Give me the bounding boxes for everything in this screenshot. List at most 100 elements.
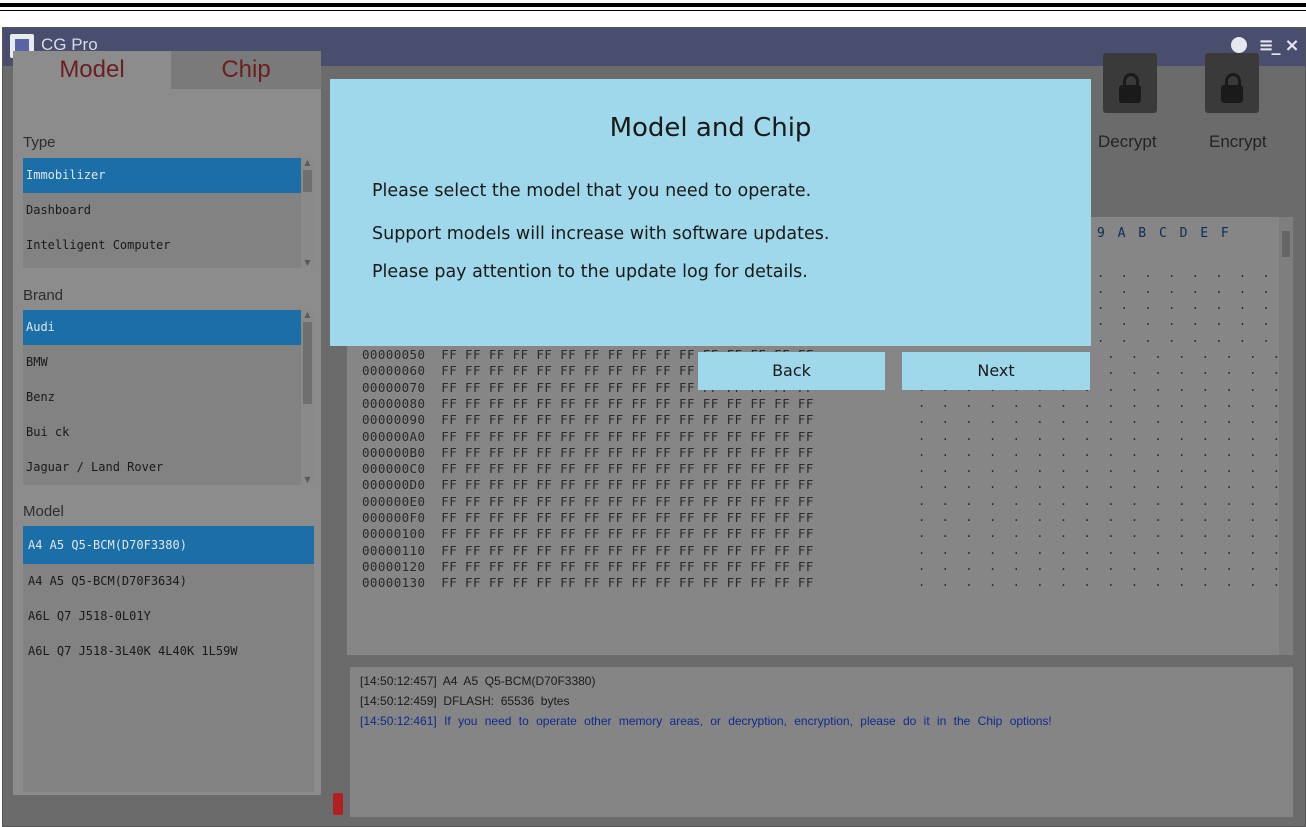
- tab-chip[interactable]: Chip: [171, 51, 321, 89]
- hex-ascii: . . . . . . . . . . . . . . . .: [918, 412, 1285, 427]
- hex-bytes: FF FF FF FF FF FF FF FF FF FF FF FF FF F…: [441, 510, 814, 525]
- back-button[interactable]: Back: [698, 352, 885, 390]
- encrypt-button[interactable]: Encrypt: [1209, 132, 1267, 152]
- hex-row: 00000110 FF FF FF FF FF FF FF FF FF FF F…: [362, 543, 814, 558]
- hex-address: 000000D0: [362, 477, 426, 493]
- list-item[interactable]: Immobilizer: [23, 158, 314, 193]
- hex-bytes: FF FF FF FF FF FF FF FF FF FF FF FF FF F…: [441, 444, 814, 460]
- hex-column-header: 9 A B C D E F: [1097, 226, 1232, 241]
- dialog-line: Please select the model that you need to…: [372, 181, 812, 201]
- thick-rule: [0, 3, 1306, 7]
- list-item[interactable]: Audi: [23, 310, 314, 345]
- hex-address: 000000F0: [362, 510, 426, 525]
- brand-list: Audi BMW Benz Bui ck Jaguar / Land Rover…: [23, 310, 314, 485]
- list-item[interactable]: Intelligent Computer: [23, 228, 314, 263]
- log-line: [14:50:12:459] DFLASH: 65536 bytes: [360, 694, 570, 708]
- usb-status-icon: [333, 793, 343, 815]
- log-scrollbar[interactable]: [1276, 668, 1292, 815]
- hex-row: 000000C0 FF FF FF FF FF FF FF FF FF FF F…: [362, 461, 814, 476]
- list-item[interactable]: Jaguar / Land Rover: [23, 450, 314, 485]
- scroll-thumb[interactable]: [1282, 231, 1290, 257]
- hex-bytes: FF FF FF FF FF FF FF FF FF FF FF FF FF F…: [441, 575, 814, 591]
- hex-ascii: . . . . . . . . . . . . . . . .: [918, 510, 1285, 524]
- encrypt-lock-icon[interactable]: [1205, 53, 1259, 113]
- type-label: Type: [23, 134, 56, 151]
- hex-ascii: . . . . . . . . . . . . . . . .: [918, 461, 1285, 476]
- hex-ascii: . . . . . . . . . . . . . . . .: [918, 526, 1285, 541]
- hex-address: 00000070: [362, 379, 426, 395]
- log-panel[interactable]: [350, 667, 1293, 817]
- hex-ascii: . . . . . . . . . . . . . . . .: [918, 542, 1285, 557]
- decrypt-lock-icon[interactable]: [1103, 53, 1157, 113]
- model-label: Model: [23, 503, 64, 520]
- hex-row: 00000130 FF FF FF FF FF FF FF FF FF FF F…: [362, 575, 814, 590]
- hex-address: 00000050: [362, 347, 426, 362]
- thin-rule: [0, 10, 1306, 11]
- hex-bytes: FF FF FF FF FF FF FF FF FF FF FF FF FF F…: [441, 428, 814, 444]
- close-icon[interactable]: ×: [1281, 35, 1303, 57]
- list-item[interactable]: A4 A5 Q5-BCM(D70F3380): [23, 526, 314, 564]
- tab-bar: Model Chip: [13, 51, 321, 89]
- hex-bytes: FF FF FF FF FF FF FF FF FF FF FF FF FF F…: [441, 477, 814, 493]
- hex-bytes: FF FF FF FF FF FF FF FF FF FF FF FF FF F…: [441, 526, 814, 542]
- type-list: Immobilizer Dashboard Intelligent Comput…: [23, 158, 314, 268]
- decrypt-button[interactable]: Decrypt: [1098, 132, 1157, 152]
- hex-address: 000000C0: [362, 461, 426, 477]
- hex-address: 000000A0: [362, 428, 426, 444]
- scroll-thumb[interactable]: [303, 170, 312, 192]
- type-scrollbar[interactable]: ▲ ▼: [301, 158, 314, 268]
- hex-address: 000000E0: [362, 493, 426, 509]
- hex-bytes: FF FF FF FF FF FF FF FF FF FF FF FF FF F…: [441, 558, 814, 574]
- hex-ascii: . . . . . . . . . . . . . . . .: [918, 477, 1285, 492]
- scroll-up-icon[interactable]: ▲: [301, 310, 314, 320]
- hex-address: 00000100: [362, 526, 426, 542]
- hex-row: 00000100 FF FF FF FF FF FF FF FF FF FF F…: [362, 526, 814, 541]
- model-chip-dialog: Model and Chip Please select the model t…: [330, 79, 1091, 346]
- hex-bytes: FF FF FF FF FF FF FF FF FF FF FF FF FF F…: [441, 542, 814, 558]
- scroll-up-icon[interactable]: ▲: [301, 158, 314, 168]
- list-item[interactable]: BMW: [23, 345, 314, 380]
- list-item[interactable]: Bui ck: [23, 415, 314, 450]
- hex-row: 000000D0 FF FF FF FF FF FF FF FF FF FF F…: [362, 477, 814, 492]
- hex-row: 00000080 FF FF FF FF FF FF FF FF FF FF F…: [362, 396, 814, 411]
- hex-ascii: . . . . . . . . . . . . . . . .: [918, 575, 1285, 590]
- hex-bytes: FF FF FF FF FF FF FF FF FF FF FF FF FF F…: [441, 493, 814, 509]
- hex-row: 000000E0 FF FF FF FF FF FF FF FF FF FF F…: [362, 494, 814, 509]
- scroll-down-icon[interactable]: ▼: [301, 475, 314, 485]
- hex-address: 000000B0: [362, 444, 426, 460]
- hex-ascii: . . . . . . . . . . . . . . . .: [1097, 298, 1267, 313]
- hex-address: 00000120: [362, 558, 426, 574]
- hex-bytes: FF FF FF FF FF FF FF FF FF FF FF FF FF F…: [441, 412, 814, 428]
- hex-ascii: . . . . . . . . . . . . . . . .: [1097, 314, 1267, 329]
- scroll-thumb[interactable]: [303, 322, 312, 404]
- brand-scrollbar[interactable]: ▲ ▼: [301, 310, 314, 485]
- dialog-title: Model and Chip: [609, 113, 812, 143]
- hex-bytes: FF FF FF FF FF FF FF FF FF FF FF FF FF F…: [441, 395, 814, 411]
- hex-ascii: . . . . . . . . . . . . . . . .: [918, 558, 1285, 573]
- hex-bytes: FF FF FF FF FF FF FF FF FF FF FF FF FF F…: [441, 461, 814, 477]
- list-item[interactable]: Dashboard: [23, 193, 314, 228]
- dialog-line: Support models will increase with softwa…: [372, 224, 830, 244]
- hex-ascii: . . . . . . . . . . . . . . . .: [918, 493, 1285, 508]
- hex-row: 000000B0 FF FF FF FF FF FF FF FF FF FF F…: [362, 445, 814, 460]
- hex-ascii: . . . . . . . . . . . . . . . .: [1097, 330, 1267, 345]
- hex-address: 00000080: [362, 395, 426, 411]
- hex-address: 00000090: [362, 412, 426, 428]
- hex-row: 00000120 FF FF FF FF FF FF FF FF FF FF F…: [362, 559, 814, 574]
- hex-ascii: . . . . . . . . . . . . . . . .: [1097, 265, 1267, 280]
- list-item[interactable]: A6L Q7 J518-0L01Y: [23, 599, 314, 634]
- document-header-rule: [0, 0, 1306, 30]
- list-item[interactable]: A4 A5 Q5-BCM(D70F3634): [23, 564, 314, 599]
- hex-row: 000000A0 FF FF FF FF FF FF FF FF FF FF F…: [362, 429, 814, 444]
- hex-address: 00000130: [362, 575, 426, 591]
- model-list: A4 A5 Q5-BCM(D70F3380) A4 A5 Q5-BCM(D70F…: [23, 526, 314, 792]
- hex-ascii: . . . . . . . . . . . . . . . .: [1097, 281, 1267, 296]
- list-item[interactable]: A6L Q7 J518-3L40K 4L40K 1L59W: [23, 634, 314, 669]
- hex-ascii: . . . . . . . . . . . . . . . .: [918, 395, 1285, 410]
- hex-ascii: . . . . . . . . . . . . . . . .: [918, 444, 1285, 459]
- tab-model[interactable]: Model: [13, 51, 171, 89]
- list-item[interactable]: Benz: [23, 380, 314, 415]
- next-button[interactable]: Next: [902, 352, 1090, 390]
- scroll-down-icon[interactable]: ▼: [301, 258, 314, 268]
- user-icon[interactable]: [1228, 35, 1250, 53]
